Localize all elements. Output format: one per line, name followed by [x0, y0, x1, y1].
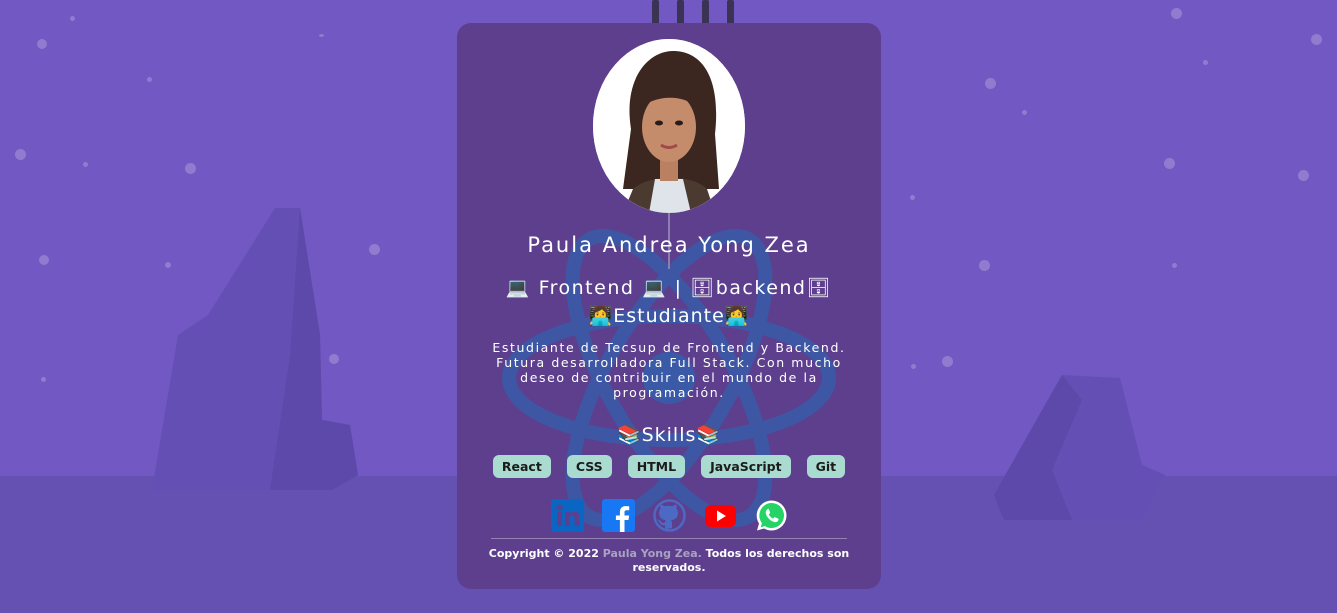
- star-dot: [39, 255, 49, 265]
- footer-copyright: Copyright © 2022 Paula Yong Zea. Todos l…: [487, 547, 851, 575]
- star-dot: [910, 195, 915, 200]
- facebook-icon[interactable]: [601, 499, 635, 532]
- star-dot: [1311, 34, 1322, 45]
- footer-author-link[interactable]: Paula Yong Zea.: [603, 547, 702, 560]
- profile-name: Paula Andrea Yong Zea: [527, 233, 811, 257]
- skill-badge: CSS: [566, 455, 612, 478]
- star-dot: [41, 377, 46, 382]
- social-links: [457, 499, 881, 532]
- star-dot: [1171, 8, 1182, 19]
- profile-bio: Estudiante de Tecsup de Frontend y Backe…: [492, 340, 846, 400]
- star-dot: [911, 364, 916, 369]
- github-icon[interactable]: [652, 499, 686, 532]
- star-dot: [1298, 170, 1309, 181]
- star-dot: [369, 244, 380, 255]
- star-dot: [1022, 110, 1027, 115]
- linkedin-icon[interactable]: [550, 499, 584, 532]
- skills-title: 📚Skills📚: [616, 424, 722, 446]
- profile-card: Paula Andrea Yong Zea 💻 Frontend 💻 | 🗄ba…: [457, 23, 881, 589]
- star-dot: [15, 149, 26, 160]
- star-dot: [329, 354, 339, 364]
- star-dot: [70, 16, 75, 21]
- star-dot: [165, 262, 171, 268]
- star-dot: [942, 356, 953, 367]
- star-dot: [319, 34, 324, 37]
- profile-photo: [593, 39, 745, 213]
- rock-left: [152, 208, 358, 490]
- star-dot: [1164, 158, 1175, 169]
- star-dot: [979, 260, 990, 271]
- avatar: [593, 39, 745, 213]
- footer-divider: [491, 538, 847, 539]
- profile-status: 👩‍💻Estudiante👩‍💻: [588, 305, 750, 327]
- skill-badge: Git: [806, 455, 846, 478]
- star-dot: [1172, 263, 1177, 268]
- star-dot: [147, 77, 152, 82]
- skills-list: React CSS HTML JavaScript Git: [457, 455, 881, 478]
- star-dot: [1203, 60, 1208, 65]
- star-dot: [37, 39, 47, 49]
- star-dot: [985, 78, 996, 89]
- rock-right: [994, 375, 1165, 520]
- profile-role: 💻 Frontend 💻 | 🗄backend🗄: [505, 277, 833, 299]
- whatsapp-icon[interactable]: [755, 499, 788, 532]
- star-dot: [83, 162, 88, 167]
- skill-badge: JavaScript: [701, 455, 791, 478]
- footer-prefix: Copyright © 2022: [488, 547, 603, 560]
- star-dot: [185, 163, 196, 174]
- skill-badge: HTML: [627, 455, 686, 478]
- youtube-icon[interactable]: [704, 499, 737, 532]
- skill-badge: React: [492, 455, 551, 478]
